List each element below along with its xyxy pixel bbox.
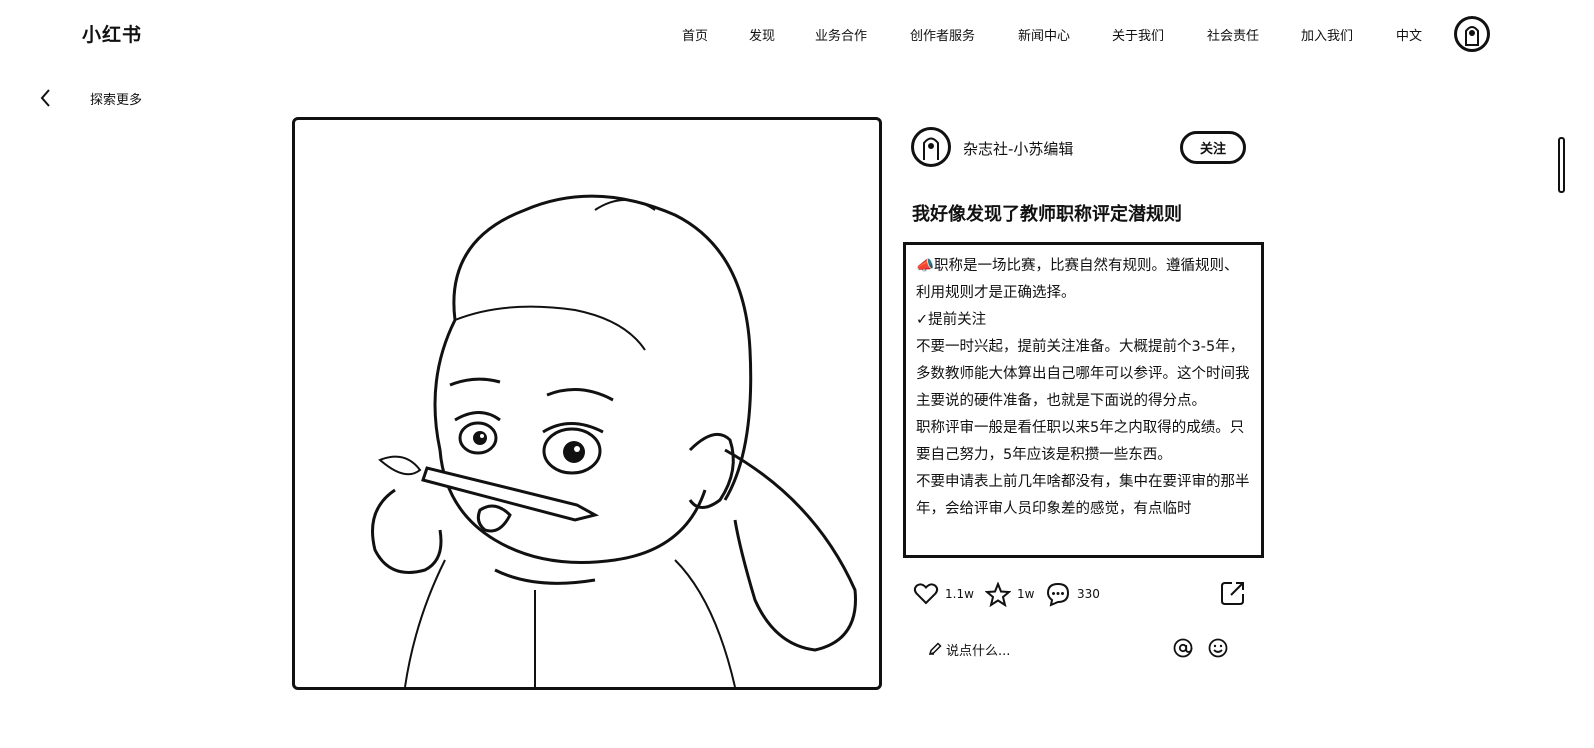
follow-button[interactable]: 关注 <box>1180 131 1246 164</box>
comment-count: 330 <box>1077 587 1100 601</box>
note-content[interactable]: 📣职称是一场比赛，比赛自然有规则。遵循规则、利用规则才是正确选择。 ✓提前关注 … <box>903 242 1264 558</box>
like-count: 1.1w <box>945 587 974 601</box>
collect-button[interactable]: 1w <box>985 579 1034 609</box>
note-paragraph: 📣职称是一场比赛，比赛自然有规则。遵循规则、利用规则才是正确选择。 <box>916 258 1239 301</box>
user-avatar[interactable] <box>1454 16 1490 52</box>
nav-item-business[interactable]: 业务合作 <box>815 25 867 44</box>
note-paragraph: 职称评审一般是看任职以来5年之内取得的成绩。只要自己努力，5年应该是积攒一些东西… <box>916 420 1245 463</box>
app-logo[interactable]: 小红书 <box>82 20 142 47</box>
note-title: 我好像发现了教师职称评定潜规则 <box>912 204 1182 225</box>
smiley-icon[interactable] <box>1207 637 1229 663</box>
page-scrollbar[interactable] <box>1558 137 1565 193</box>
nav-item-responsibility[interactable]: 社会责任 <box>1207 25 1259 44</box>
share-icon[interactable] <box>1219 579 1247 611</box>
nav-item-home[interactable]: 首页 <box>682 25 708 44</box>
nav-item-creator[interactable]: 创作者服务 <box>910 25 975 44</box>
top-navigation: 小红书 首页 发现 业务合作 创作者服务 新闻中心 关于我们 社会责任 加入我们… <box>0 0 1594 70</box>
comment-button[interactable]: 330 <box>1045 579 1100 609</box>
heart-icon <box>913 583 939 605</box>
nav-item-about[interactable]: 关于我们 <box>1112 25 1164 44</box>
at-icon[interactable] <box>1172 637 1194 663</box>
explore-more-link[interactable]: 探索更多 <box>90 89 142 108</box>
nav-item-news[interactable]: 新闻中心 <box>1018 25 1070 44</box>
chevron-left-icon[interactable] <box>36 86 56 110</box>
like-button[interactable]: 1.1w <box>913 579 974 609</box>
author-avatar-image <box>923 137 939 160</box>
star-icon <box>985 581 1011 607</box>
pencil-icon <box>928 642 942 656</box>
engagement-bar: 1.1w 1w 330 <box>913 579 1253 609</box>
author-name[interactable]: 杂志社-小苏编辑 <box>963 138 1073 159</box>
chat-bubble-icon <box>1046 582 1070 607</box>
comment-placeholder: 说点什么... <box>946 643 1011 659</box>
nav-item-join[interactable]: 加入我们 <box>1301 25 1353 44</box>
note-paragraph: 不要一时兴起，提前关注准备。大概提前个3-5年，多数教师能大体算出自己哪年可以参… <box>916 339 1250 409</box>
note-paragraph: ✓提前关注 <box>916 312 987 328</box>
comment-input[interactable]: 说点什么... <box>928 638 1010 660</box>
collect-count: 1w <box>1017 587 1035 601</box>
avatar-image <box>1465 26 1479 46</box>
author-avatar[interactable] <box>911 127 951 167</box>
note-image[interactable] <box>292 117 882 690</box>
note-paragraph: 不要申请表上前几年啥都没有，集中在要评审的那半年，会给评审人员印象差的感觉，有点… <box>916 474 1250 517</box>
cartoon-girl-illustration <box>371 194 857 687</box>
nav-item-language[interactable]: 中文 <box>1396 25 1422 44</box>
nav-item-discover[interactable]: 发现 <box>749 25 775 44</box>
